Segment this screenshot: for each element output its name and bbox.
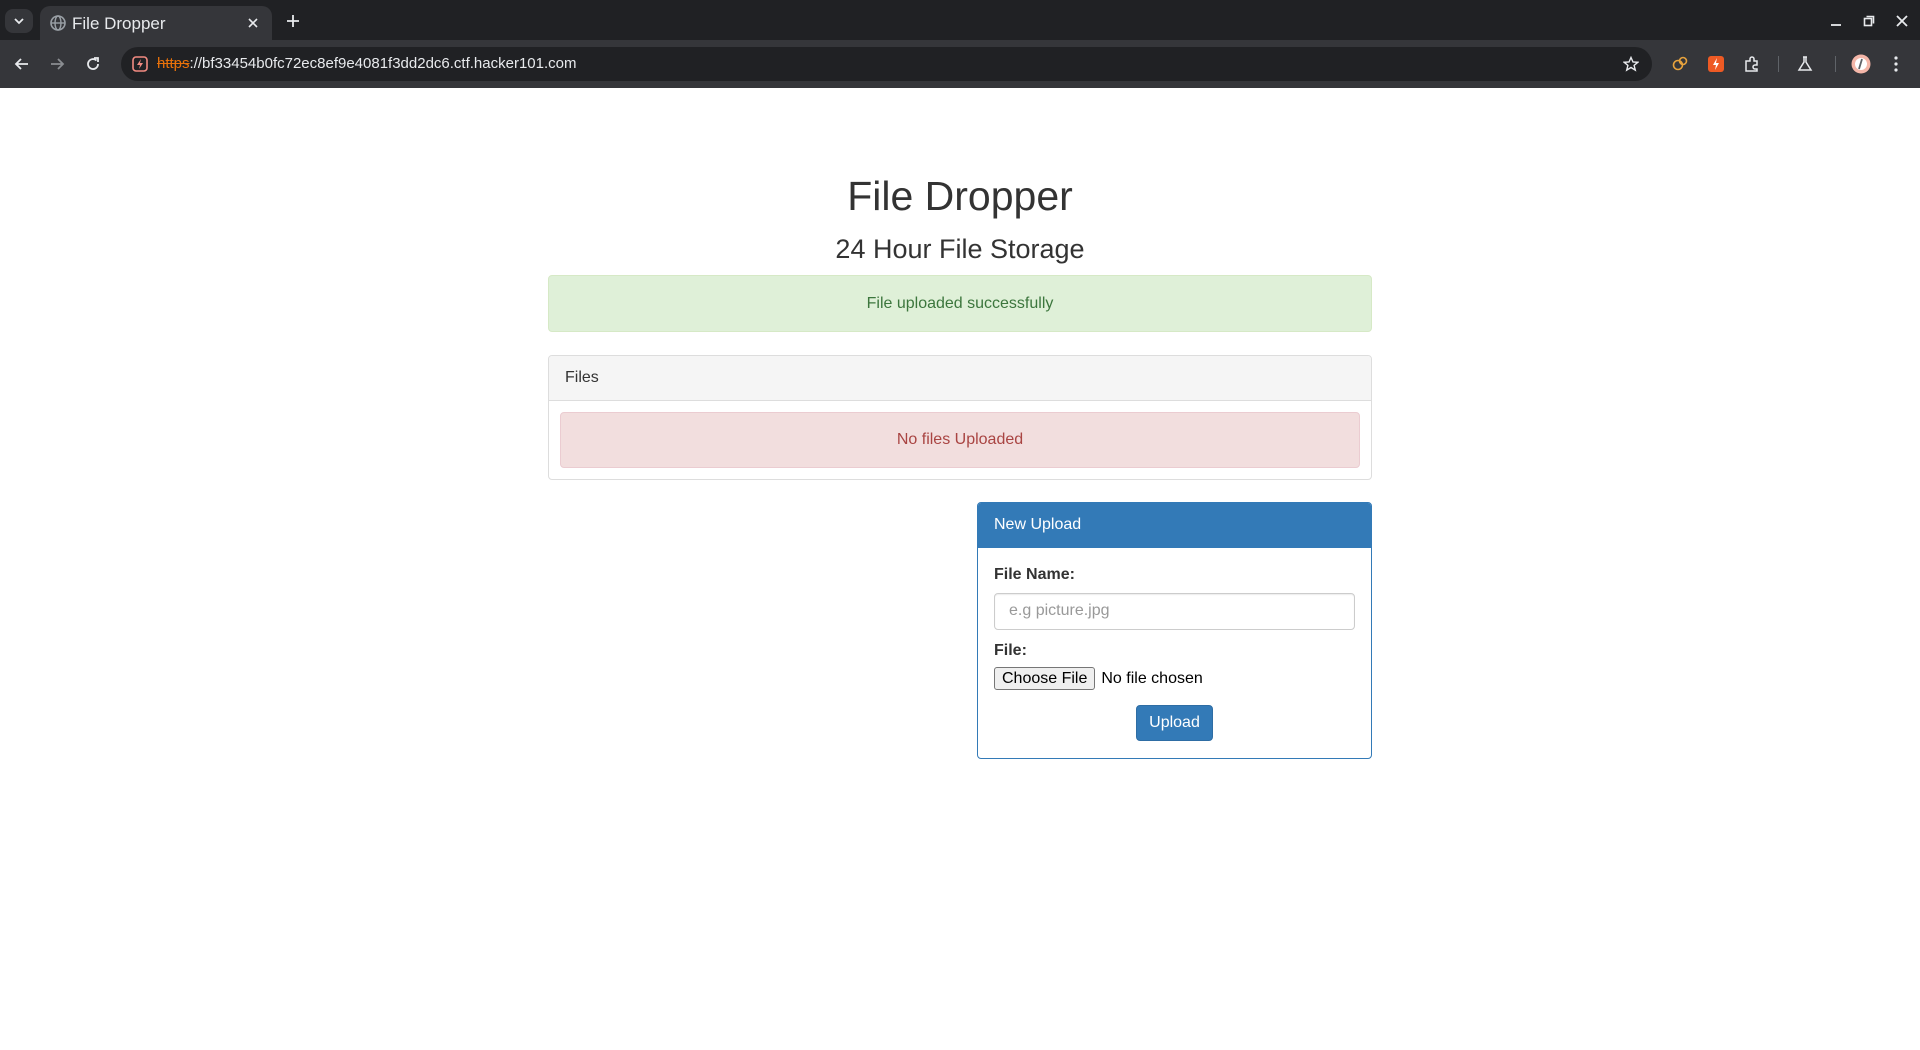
upload-button-wrap: Upload [994,704,1355,741]
files-panel-heading: Files [549,355,1371,401]
new-upload-form: File Name: File: Choose File No file cho… [978,548,1371,758]
toolbar-separator [1835,56,1836,72]
extensions-puzzle-icon[interactable] [1740,52,1764,76]
success-alert: File uploaded successfully [548,274,1372,332]
extension-bolt-icon[interactable] [1704,52,1728,76]
page-container: File Dropper 24 Hour File Storage File u… [548,88,1372,759]
browser-toolbar: https://bf33454b0fc72ec8ef9e4081f3dd2dc6… [0,40,1920,88]
toolbar-separator [1778,56,1779,72]
globe-icon [49,14,67,32]
window-restore-icon[interactable] [1859,11,1879,31]
tab-title: File Dropper [72,14,166,33]
profile-avatar-icon[interactable] [1849,52,1873,76]
page-subtitle: 24 Hour File Storage [835,234,1085,265]
files-panel-body: No files Uploaded [549,401,1371,479]
browser-tab-active[interactable]: File Dropper [40,6,272,40]
file-name-input[interactable] [994,592,1355,630]
file-picker: Choose File No file chosen [994,667,1355,691]
window-close-icon[interactable] [1892,11,1912,31]
choose-file-button[interactable]: Choose File [994,667,1096,691]
new-upload-panel-heading: New Upload [978,502,1371,548]
browser-tab-strip: File Dropper [0,0,1920,40]
labs-flask-icon[interactable] [1793,52,1817,76]
address-bar[interactable]: https://bf33454b0fc72ec8ef9e4081f3dd2dc6… [121,47,1652,81]
window-minimize-icon[interactable] [1826,11,1846,31]
no-files-alert: No files Uploaded [560,411,1360,468]
files-panel: Files No files Uploaded [548,354,1372,480]
file-name-label: File Name: [994,565,1075,583]
url-text: https://bf33454b0fc72ec8ef9e4081f3dd2dc6… [157,55,576,72]
url-host: ://bf33454b0fc72ec8ef9e4081f3dd2dc6.ctf.… [189,55,577,72]
bookmark-star-icon[interactable] [1620,53,1642,75]
not-secure-warning-icon[interactable] [129,53,151,75]
page-title: File Dropper [847,173,1073,219]
no-file-chosen-text: No file chosen [1101,669,1203,687]
url-scheme: https [157,55,190,72]
upload-button[interactable]: Upload [1136,704,1213,741]
back-arrow-icon[interactable] [10,52,34,76]
file-label: File: [994,641,1027,659]
new-tab-plus-icon[interactable] [281,9,305,33]
forward-arrow-icon[interactable] [45,52,69,76]
new-upload-panel: New Upload File Name: File: Choose File … [977,501,1372,759]
browser-menu-kebab-icon[interactable] [1884,52,1908,76]
reload-icon[interactable] [81,52,105,76]
tab-close-icon[interactable] [244,14,262,32]
tab-search-chevron-icon[interactable] [5,9,33,33]
extension-cookie-icon[interactable] [1668,52,1692,76]
